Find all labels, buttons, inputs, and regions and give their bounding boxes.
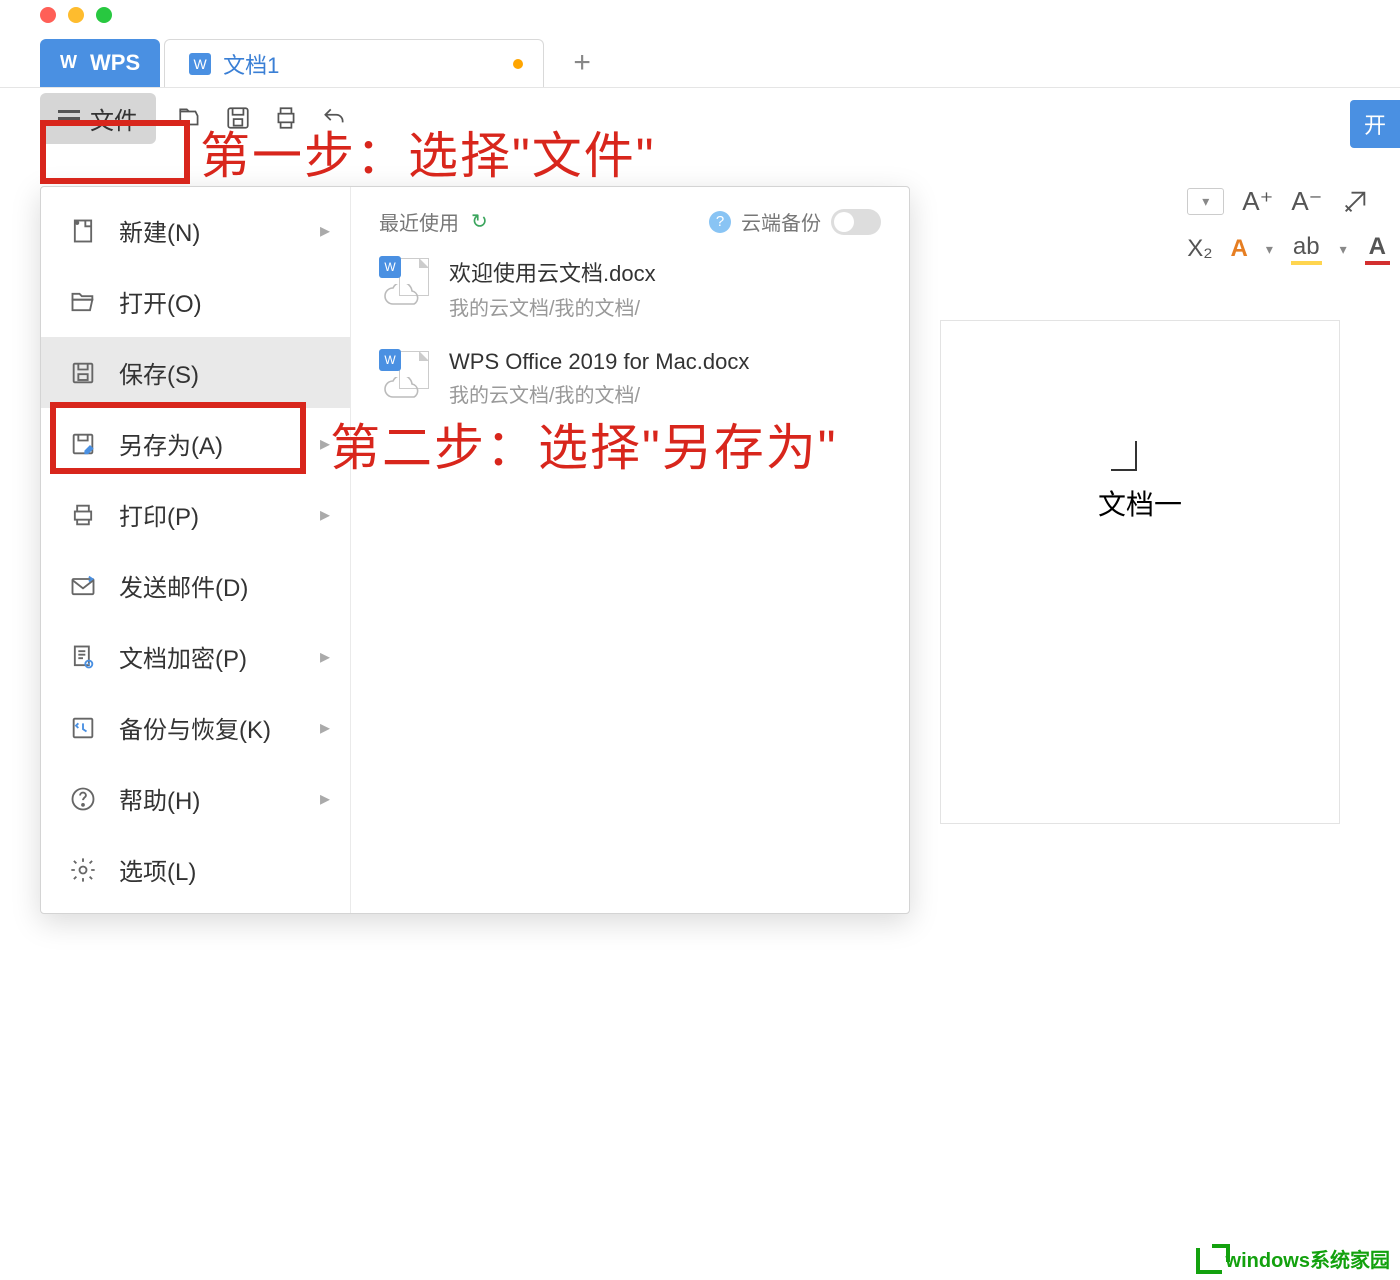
wps-tab-label: WPS	[90, 50, 140, 76]
recent-file-title: 欢迎使用云文档.docx	[449, 256, 656, 288]
help-icon	[67, 783, 99, 815]
document-tab-label: 文档1	[223, 48, 279, 80]
watermark-logo-icon	[1196, 1248, 1222, 1274]
text-effects-button[interactable]: A	[1231, 235, 1248, 263]
chevron-right-icon: ▸	[320, 786, 330, 811]
file-menu-item-label: 选项(L)	[119, 852, 196, 887]
file-thumb-icon: W	[379, 349, 433, 403]
chevron-right-icon: ▸	[320, 644, 330, 669]
print-icon	[67, 499, 99, 531]
cloud-backup-label: 云端备份	[741, 207, 821, 236]
backup-icon	[67, 712, 99, 744]
recent-file-path: 我的云文档/我的文档/	[449, 292, 656, 321]
file-menu-item-label: 打开(O)	[119, 284, 202, 319]
annotation-text-step1: 第一步：选择"文件"	[200, 116, 656, 188]
file-menu-item-open[interactable]: 打开(O)	[41, 266, 350, 337]
file-menu-item-options[interactable]: 选项(L)	[41, 834, 350, 905]
file-menu-item-label: 新建(N)	[119, 213, 200, 248]
start-ribbon-button[interactable]: 开	[1350, 100, 1400, 148]
file-menu-item-help[interactable]: 帮助(H) ▸	[41, 763, 350, 834]
options-icon	[67, 854, 99, 886]
file-menu-item-label: 打印(P)	[119, 497, 199, 532]
chevron-down-icon: ▾	[1340, 241, 1347, 258]
watermark: windows系统家园	[1196, 1248, 1390, 1274]
recent-files-list: W 欢迎使用云文档.docx 我的云文档/我的文档/W WPS Office 2019…	[379, 256, 881, 408]
file-menu-item-backup[interactable]: 备份与恢复(K) ▸	[41, 692, 350, 763]
file-menu-list: 新建(N)▸打开(O)保存(S)另存为(A)▸打印(P)▸发送邮件(D)文档加密…	[41, 187, 351, 913]
app-window: WPS W 文档1 + 文件 开 ▾	[0, 0, 1400, 1280]
clear-format-icon[interactable]	[1340, 187, 1370, 217]
font-color-button[interactable]: A	[1365, 233, 1390, 265]
recent-file-item[interactable]: W 欢迎使用云文档.docx 我的云文档/我的文档/	[379, 256, 881, 321]
document-body-text: 文档一	[981, 483, 1299, 523]
mail-icon	[67, 570, 99, 602]
wps-logo-icon	[60, 52, 82, 74]
open-icon	[67, 286, 99, 318]
chevron-right-icon: ▸	[320, 715, 330, 740]
file-menu-item-encrypt[interactable]: 文档加密(P) ▸	[41, 621, 350, 692]
refresh-icon[interactable]: ↻	[471, 209, 488, 234]
recent-file-path: 我的云文档/我的文档/	[449, 379, 749, 408]
chevron-right-icon: ▸	[320, 431, 330, 456]
file-menu-item-save[interactable]: 保存(S)	[41, 337, 350, 408]
decrease-font-button[interactable]: A⁻	[1291, 186, 1322, 217]
new-tab-button[interactable]: +	[558, 39, 606, 87]
subscript-button[interactable]: X₂	[1187, 235, 1212, 263]
unsaved-indicator-icon	[513, 59, 523, 69]
watermark-text: windows系统家园	[1226, 1251, 1390, 1271]
recent-file-title: WPS Office 2019 for Mac.docx	[449, 349, 749, 375]
close-window-button[interactable]	[40, 7, 56, 23]
titlebar	[0, 0, 1400, 30]
file-menu-item-label: 备份与恢复(K)	[119, 710, 271, 745]
recent-file-item[interactable]: W WPS Office 2019 for Mac.docx 我的云文档/我的文档/	[379, 349, 881, 408]
document-icon: W	[189, 53, 211, 75]
tab-strip: WPS W 文档1 +	[0, 30, 1400, 88]
file-menu-item-mail[interactable]: 发送邮件(D)	[41, 550, 350, 621]
encrypt-icon	[67, 641, 99, 673]
document-tab[interactable]: W 文档1	[164, 39, 544, 87]
chevron-down-icon: ▾	[1266, 241, 1273, 258]
file-menu-item-new[interactable]: 新建(N) ▸	[41, 195, 350, 266]
maximize-window-button[interactable]	[96, 7, 112, 23]
file-menu-item-print[interactable]: 打印(P) ▸	[41, 479, 350, 550]
minimize-window-button[interactable]	[68, 7, 84, 23]
chevron-right-icon: ▸	[320, 502, 330, 527]
chevron-down-icon: ▾	[1202, 193, 1209, 210]
wps-home-tab[interactable]: WPS	[40, 39, 160, 87]
file-menu-item-label: 保存(S)	[119, 355, 199, 390]
document-canvas[interactable]: 文档一	[940, 320, 1340, 824]
highlight-button[interactable]: ab	[1291, 233, 1322, 265]
save-icon	[67, 357, 99, 389]
start-button-label: 开	[1364, 113, 1386, 138]
help-icon[interactable]: ?	[709, 211, 731, 233]
file-menu-recent-panel: 最近使用 ↻ ? 云端备份 W欢迎使用云文档.docx我的云文档/我的文档/WW…	[351, 187, 909, 913]
file-menu-item-label: 发送邮件(D)	[119, 568, 248, 603]
new-icon	[67, 215, 99, 247]
cloud-backup-toggle[interactable]	[831, 209, 881, 235]
recent-label: 最近使用	[379, 207, 459, 236]
file-menu-item-label: 帮助(H)	[119, 781, 200, 816]
font-family-dropdown[interactable]: ▾	[1187, 188, 1224, 215]
file-dropdown-menu: 新建(N)▸打开(O)保存(S)另存为(A)▸打印(P)▸发送邮件(D)文档加密…	[40, 186, 910, 914]
increase-font-button[interactable]: A⁺	[1242, 186, 1273, 217]
file-menu-item-label: 文档加密(P)	[119, 639, 247, 674]
file-thumb-icon: W	[379, 256, 433, 310]
annotation-box-step2	[50, 402, 306, 474]
text-cursor-icon	[1111, 441, 1137, 471]
chevron-right-icon: ▸	[320, 218, 330, 243]
ribbon-font-group: ▾ A⁺ A⁻ X₂ A ▾ ab ▾ A	[1187, 186, 1400, 265]
annotation-text-step2: 第二步：选择"另存为"	[330, 408, 838, 480]
annotation-box-step1	[40, 120, 190, 184]
